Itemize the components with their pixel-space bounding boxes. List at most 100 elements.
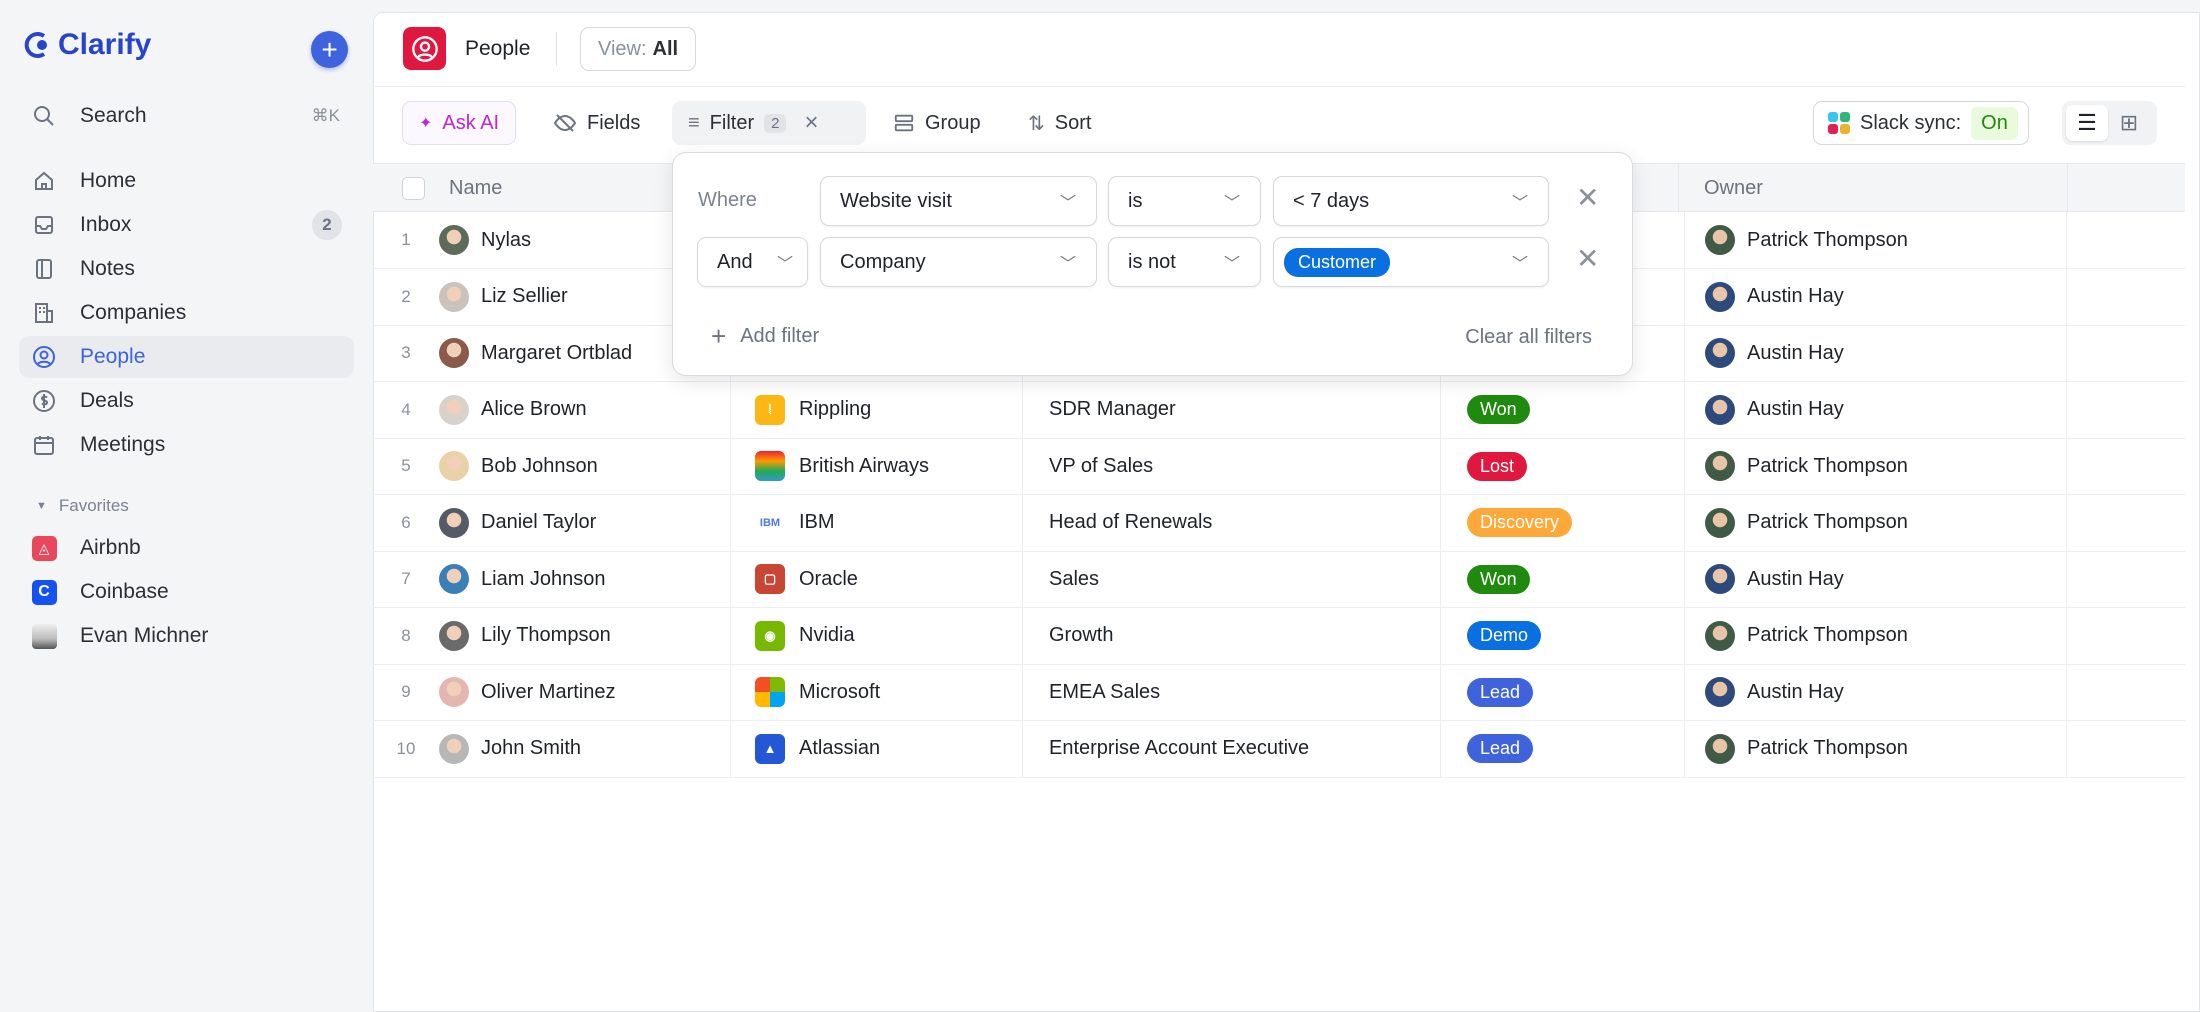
table-row[interactable]: 9 Oliver Martinez Microsoft EMEA Sales L… (373, 664, 2185, 721)
owner-name[interactable]: Austin Hay (1747, 568, 1844, 591)
person-name[interactable]: Alice Brown (481, 398, 587, 421)
owner-name[interactable]: Patrick Thompson (1747, 624, 1908, 647)
stage-badge: Won (1467, 395, 1530, 424)
sidebar-item-companies[interactable]: Companies (19, 292, 354, 334)
table-row[interactable]: 10 John Smith ▲ Atlassian Enterprise Acc… (373, 720, 2185, 778)
column-name[interactable]: Name (449, 177, 502, 200)
sidebar-item-people[interactable]: People (19, 336, 354, 378)
person-name[interactable]: Liam Johnson (481, 568, 606, 591)
owner-name[interactable]: Austin Hay (1747, 285, 1844, 308)
owner-name[interactable]: Austin Hay (1747, 342, 1844, 365)
select-value: is not (1128, 250, 1176, 273)
favorites-header[interactable]: ▼ Favorites (36, 496, 129, 516)
filter-button[interactable]: ≡ Filter 2 × (672, 101, 866, 145)
table-row[interactable]: 8 Lily Thompson ◉ Nvidia Growth Demo Pat… (373, 607, 2185, 665)
title-cell: Growth (1023, 607, 1441, 664)
avatar (439, 451, 469, 481)
company-name[interactable]: Rippling (799, 398, 871, 421)
job-title: Enterprise Account Executive (1049, 737, 1310, 759)
name-cell: 9 Oliver Martinez (373, 664, 731, 720)
avatar (439, 394, 469, 425)
owner-name[interactable]: Patrick Thompson (1747, 229, 1908, 252)
company-name[interactable]: Nvidia (799, 624, 855, 647)
filter-1-operator-select[interactable]: is ﹀ (1108, 176, 1261, 226)
sidebar-item-home[interactable]: Home (19, 160, 354, 202)
filter-count-badge: 2 (764, 113, 787, 133)
filter-popup: Where Website visit ﹀ is ﹀ < 7 days ﹀ ✕ And… (672, 152, 1633, 376)
filter-2-conjunction-select[interactable]: And ﹀ (697, 237, 808, 287)
company-name[interactable]: Microsoft (799, 681, 880, 704)
filter-2-field-select[interactable]: Company ﹀ (820, 237, 1097, 287)
slack-sync-button[interactable]: Slack sync: On (1813, 101, 2029, 145)
owner-name[interactable]: Patrick Thompson (1747, 455, 1908, 478)
select-all-checkbox[interactable] (402, 177, 425, 200)
owner-cell: Austin Hay (1685, 325, 2067, 381)
sidebar-item-inbox[interactable]: Inbox 2 (19, 204, 354, 246)
stage-cell: Discovery (1441, 494, 1685, 551)
favorite-airbnb[interactable]: ◬ Airbnb (19, 527, 354, 569)
person-name[interactable]: Bob Johnson (481, 455, 598, 478)
table-row[interactable]: 7 Liam Johnson ▢ Oracle Sales Won Austin… (373, 551, 2185, 608)
create-button[interactable]: + (311, 31, 348, 68)
favorite-coinbase[interactable]: C Coinbase (19, 571, 354, 613)
clear-filter-icon[interactable]: × (804, 109, 818, 137)
person-name[interactable]: Daniel Taylor (481, 511, 596, 534)
chevron-down-icon: ﹀ (776, 256, 793, 273)
person-name[interactable]: Margaret Ortblad (481, 342, 632, 365)
fields-button[interactable]: Fields (553, 101, 640, 145)
fields-label: Fields (587, 111, 641, 134)
avatar (439, 281, 469, 312)
title-cell: Sales (1023, 551, 1441, 607)
person-name[interactable]: John Smith (481, 737, 581, 760)
company-cell: ▢ Oracle (731, 551, 1023, 607)
person-name[interactable]: Nylas (481, 229, 531, 252)
filter-label: Filter (709, 111, 755, 134)
search-label: Search (80, 104, 147, 127)
add-filter-button[interactable]: + Add filter (711, 321, 819, 352)
view-selector[interactable]: View: All (580, 27, 697, 71)
sidebar-item-label: People (80, 345, 146, 368)
owner-name[interactable]: Austin Hay (1747, 681, 1844, 704)
owner-cell: Patrick Thompson (1685, 720, 2067, 777)
filter-1-value-select[interactable]: < 7 days ﹀ (1273, 176, 1549, 226)
sidebar-item-label: Companies (80, 301, 187, 324)
table-row[interactable]: 5 Bob Johnson British Airways VP of Sale… (373, 438, 2185, 495)
person-name[interactable]: Oliver Martinez (481, 681, 615, 704)
grid-view-icon[interactable]: ⊞ (2108, 105, 2150, 141)
company-name[interactable]: IBM (799, 511, 835, 534)
person-name[interactable]: Liz Sellier (481, 285, 568, 308)
filter-2-operator-select[interactable]: is not ﹀ (1108, 237, 1261, 287)
clear-all-filters-button[interactable]: Clear all filters (1465, 326, 1592, 349)
owner-name[interactable]: Patrick Thompson (1747, 511, 1908, 534)
avatar (1705, 281, 1735, 312)
sidebar-item-notes[interactable]: Notes (19, 248, 354, 290)
sidebar-item-meetings[interactable]: Meetings (19, 424, 354, 466)
company-name[interactable]: Oracle (799, 568, 858, 591)
avatar (1705, 564, 1735, 594)
table-row[interactable]: 6 Daniel Taylor IBM IBM Head of Renewals… (373, 494, 2185, 552)
company-name[interactable]: Atlassian (799, 737, 880, 760)
add-filter-label: Add filter (740, 325, 820, 347)
table-row[interactable]: 4 Alice Brown ⦚ Rippling SDR Manager Won… (373, 381, 2185, 439)
remove-filter-1-icon[interactable]: ✕ (1576, 181, 1599, 214)
sidebar-item-deals[interactable]: Deals (19, 380, 354, 422)
remove-filter-2-icon[interactable]: ✕ (1576, 242, 1599, 275)
ask-ai-button[interactable]: ✦ Ask AI (402, 101, 517, 145)
sort-button[interactable]: ⇅ Sort (1028, 101, 1091, 145)
list-view-icon[interactable]: ☰ (2066, 105, 2108, 141)
inbox-count-badge: 2 (312, 210, 342, 240)
group-button[interactable]: Group (893, 101, 981, 145)
company-name[interactable]: British Airways (799, 455, 929, 478)
favorite-label: Airbnb (80, 536, 141, 559)
column-owner[interactable]: Owner (1704, 177, 1763, 200)
avatar (1705, 620, 1735, 651)
filter-2-value-select[interactable]: Customer ﹀ (1273, 237, 1549, 287)
sidebar-search[interactable]: Search ⌘K (19, 95, 354, 137)
person-name[interactable]: Lily Thompson (481, 624, 611, 647)
avatar (439, 564, 469, 594)
favorite-evan-michner[interactable]: Evan Michner (19, 615, 354, 657)
chevron-down-icon: ﹀ (1223, 256, 1240, 273)
owner-name[interactable]: Patrick Thompson (1747, 737, 1908, 760)
filter-1-field-select[interactable]: Website visit ﹀ (820, 176, 1097, 226)
owner-name[interactable]: Austin Hay (1747, 398, 1844, 421)
